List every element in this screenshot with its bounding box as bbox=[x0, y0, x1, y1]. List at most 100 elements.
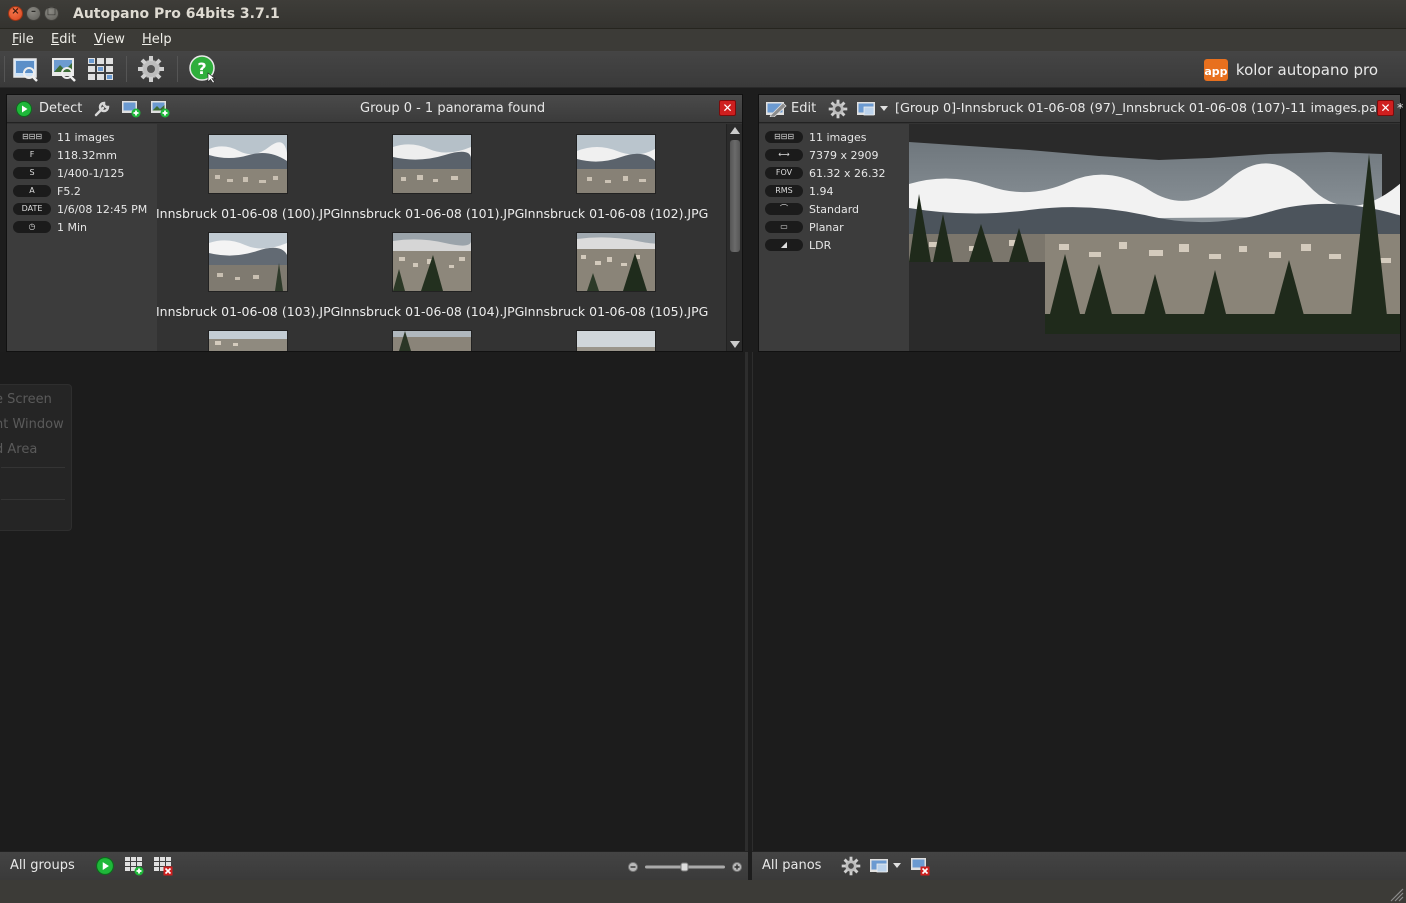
window-title: Autopano Pro 64bits 3.7.1 bbox=[73, 6, 280, 22]
window-minimize-button[interactable]: – bbox=[26, 6, 41, 21]
thumbnail-label: Innsbruck 01-06-08 (101).JPG bbox=[340, 206, 525, 221]
select-images-icon[interactable] bbox=[12, 55, 40, 83]
info-row-duration: ◷ 1 Min bbox=[13, 220, 87, 234]
ghost-menu-item: d Area bbox=[0, 442, 38, 457]
lens-curve-icon: ⌒ bbox=[765, 203, 803, 215]
svg-text:?: ? bbox=[197, 59, 206, 78]
ghost-menu-item: nt Window bbox=[0, 417, 64, 432]
thumbnail-image[interactable] bbox=[392, 232, 472, 292]
pano-panel: Edit [Group 0]-Innsbruck 01-06-08 (97)_I… bbox=[758, 94, 1403, 352]
menu-help[interactable]: Help bbox=[142, 32, 172, 47]
shutter-badge: S bbox=[13, 167, 51, 179]
thumbnail-image[interactable] bbox=[392, 330, 472, 351]
thumbnail-image[interactable] bbox=[392, 134, 472, 194]
thumbnail-label: Innsbruck 01-06-08 (105).JPG bbox=[524, 304, 709, 319]
pano-info-column: ⊟⊟⊟ 11 images ⟷ 7379 x 2909 FOV 61.32 x 26.… bbox=[759, 124, 909, 351]
thumbnail-image[interactable] bbox=[576, 134, 656, 194]
info-value: 11 images bbox=[809, 130, 867, 144]
clock-icon: ◷ bbox=[13, 221, 51, 233]
remove-pano-icon[interactable] bbox=[910, 856, 930, 876]
title-bar: × – □ Autopano Pro 64bits 3.7.1 bbox=[0, 0, 1406, 29]
all-panos-label: All panos bbox=[762, 858, 822, 873]
batch-render-icon[interactable] bbox=[87, 55, 115, 83]
edit-button[interactable]: Edit bbox=[791, 101, 816, 116]
panorama-image[interactable] bbox=[909, 124, 1400, 351]
detect-button[interactable]: Detect bbox=[39, 101, 82, 116]
import-images-icon[interactable] bbox=[50, 55, 78, 83]
info-row-fov: FOV 61.32 x 26.32 bbox=[765, 166, 885, 180]
groups-workspace bbox=[0, 352, 748, 851]
menu-bar: File Edit View Help bbox=[0, 29, 1406, 51]
thumbnail-image[interactable] bbox=[576, 232, 659, 292]
info-value: 1/6/08 12:45 PM bbox=[57, 202, 148, 216]
minimize-glyph: – bbox=[31, 6, 36, 17]
settings-icon[interactable] bbox=[137, 55, 165, 83]
add-images-icon[interactable] bbox=[121, 99, 141, 118]
menu-view[interactable]: View bbox=[94, 32, 125, 47]
main-toolbar: ? app kolor autopano pro bbox=[0, 51, 1406, 88]
panos-workspace bbox=[752, 352, 1406, 851]
info-row-date: DATE 1/6/08 12:45 PM bbox=[13, 202, 147, 216]
scroll-up-arrow[interactable] bbox=[730, 127, 740, 134]
thumbnail-label: Innsbruck 01-06-08 (100).JPG bbox=[157, 206, 341, 221]
ghost-menu-separator bbox=[1, 499, 65, 500]
detect-all-play-icon[interactable] bbox=[96, 857, 114, 875]
width-arrow-icon: ⟷ bbox=[765, 149, 803, 161]
info-value: F5.2 bbox=[57, 184, 81, 198]
window-close-button[interactable]: × bbox=[8, 6, 23, 21]
edit-pano-icon[interactable] bbox=[765, 100, 787, 117]
thumbnail-image[interactable] bbox=[208, 232, 288, 292]
resize-grip-icon[interactable] bbox=[1386, 884, 1404, 902]
info-row-images: ⊟⊟⊟ 11 images bbox=[765, 130, 867, 144]
info-row-size: ⟷ 7379 x 2909 bbox=[765, 148, 879, 162]
images-count-icon: ⊟⊟⊟ bbox=[765, 131, 803, 143]
pano-preview[interactable] bbox=[909, 124, 1400, 351]
group-close-button[interactable]: ✕ bbox=[719, 100, 736, 116]
panos-settings-icon[interactable] bbox=[841, 856, 861, 876]
thumbnail-scrollbar[interactable] bbox=[726, 124, 742, 351]
scrollbar-thumb[interactable] bbox=[730, 140, 740, 252]
projection-icon: ▭ bbox=[765, 221, 803, 233]
thumbnail-grid: Innsbruck 01-06-08 (100).JPG Innsbruck 0… bbox=[157, 124, 726, 351]
menu-edit[interactable]: Edit bbox=[51, 32, 76, 47]
info-value: Planar bbox=[809, 220, 844, 234]
render-dropdown-icon[interactable] bbox=[856, 100, 890, 117]
thumbnail-image[interactable] bbox=[208, 134, 288, 194]
new-group-icon[interactable] bbox=[124, 856, 144, 876]
info-row-aperture: A F5.2 bbox=[13, 184, 81, 198]
toolbar-separator bbox=[126, 56, 127, 82]
remove-group-icon[interactable] bbox=[153, 856, 173, 876]
pano-panel-header: Edit [Group 0]-Innsbruck 01-06-08 (97)_I… bbox=[759, 95, 1403, 123]
thumbnail-label: Innsbruck 01-06-08 (103).JPG bbox=[157, 304, 341, 319]
brand-badge: app bbox=[1203, 59, 1228, 81]
wrench-icon[interactable] bbox=[93, 100, 111, 118]
info-row-projection: ▭ Planar bbox=[765, 220, 844, 234]
render-all-dropdown-icon[interactable] bbox=[869, 857, 903, 874]
info-row-shutter: S 1/400-1/125 bbox=[13, 166, 124, 180]
pano-close-button[interactable]: ✕ bbox=[1377, 100, 1394, 116]
focal-badge: F bbox=[13, 149, 51, 161]
rms-badge: RMS bbox=[765, 185, 803, 197]
thumbnail-zoom-slider[interactable] bbox=[627, 860, 745, 874]
scroll-down-arrow[interactable] bbox=[730, 341, 740, 348]
window-maximize-button[interactable]: □ bbox=[44, 6, 59, 21]
screenshot-menu-remnant: e Screen nt Window d Area bbox=[0, 384, 72, 531]
detect-play-icon[interactable] bbox=[16, 101, 32, 117]
all-groups-label: All groups bbox=[10, 858, 75, 873]
pano-settings-icon[interactable] bbox=[828, 99, 848, 119]
thumbnail-image[interactable] bbox=[576, 330, 656, 351]
thumbnail-image[interactable] bbox=[208, 330, 288, 351]
info-value: 11 images bbox=[57, 130, 115, 144]
ghost-menu-item: e Screen bbox=[0, 392, 52, 407]
thumbnail-label: Innsbruck 01-06-08 (102).JPG bbox=[524, 206, 709, 221]
info-value: 7379 x 2909 bbox=[809, 148, 879, 162]
group-info-column: ⊟⊟⊟ 11 images F 118.32mm S 1/400-1/125 A F5.… bbox=[7, 124, 157, 351]
info-value: Standard bbox=[809, 202, 860, 216]
menu-file[interactable]: File bbox=[12, 32, 34, 47]
help-icon[interactable]: ? bbox=[189, 55, 217, 83]
group-panel-header: Detect Group 0 - 1 panorama found ✕ bbox=[7, 95, 742, 123]
toolbar-separator bbox=[177, 56, 178, 82]
add-group-icon[interactable] bbox=[150, 99, 170, 118]
aperture-badge: A bbox=[13, 185, 51, 197]
info-row-dynamic-range: ◢ LDR bbox=[765, 238, 831, 252]
